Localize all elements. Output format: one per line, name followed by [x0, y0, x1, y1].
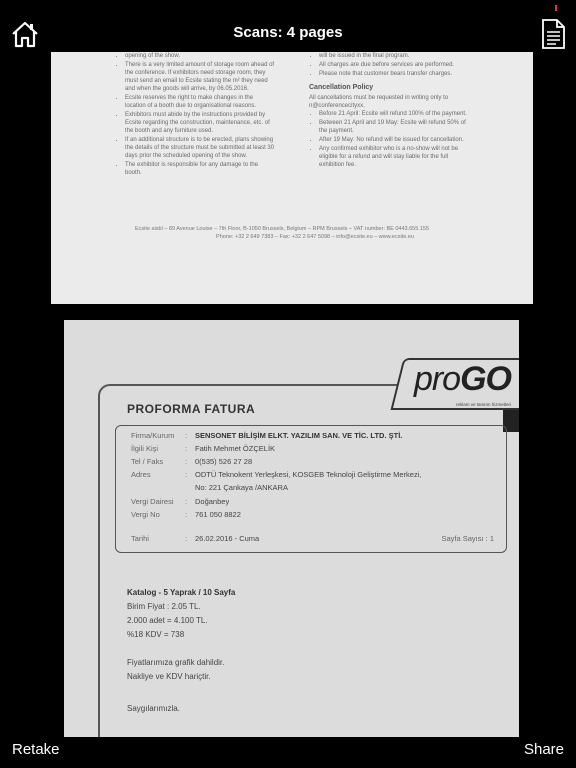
note-shipping: Nakliye ve KDV hariçtir.	[127, 672, 211, 681]
page1-footer: Ecsite aisbl – 89 Avenue Louise – 7th Fl…	[135, 225, 495, 241]
page1-footer-line: Phone: +32 2 649 7383 – Fax: +32 2 647 5…	[216, 234, 414, 240]
invoice-info-box: Firma/Kurum: SENSONET BİLİŞİM ELKT. YAZIL…	[115, 425, 507, 553]
page1-text: Please note that customer bears transfer…	[319, 70, 469, 78]
page1-text: Exhibitors must abide by the instruction…	[125, 111, 275, 135]
page1-text: All cancellations must be requested in w…	[309, 95, 449, 109]
logo-tagline: reklam ve tanıtım hizmetleri	[455, 402, 511, 407]
field-row: No: 221 Çankaya /ANKARA	[195, 483, 288, 492]
closing-line: Saygılarımızla.	[127, 704, 180, 713]
logo-text: proGO	[413, 360, 512, 398]
page1-text: There is a very limited amount of storag…	[125, 61, 275, 93]
page1-text: will be issued in the final program.	[319, 52, 469, 60]
quantity-total: 2.000 adet = 4.100 TL.	[127, 616, 208, 625]
catalog-line: Katalog - 5 Yaprak / 10 Sayfa	[127, 588, 236, 597]
field-row: Tarihi:26.02.2016 - Cuma	[131, 534, 260, 543]
cancellation-heading: Cancellation Policy	[309, 84, 374, 91]
unit-price: Birim Fiyat : 2.05 TL.	[127, 602, 201, 611]
field-row: Tel / Faks:0(535) 526 27 28	[131, 457, 253, 466]
recording-indicator	[555, 5, 557, 11]
page1-text: If an additional structure is to be erec…	[125, 136, 275, 160]
page1-left-column: opening of the show. There is a very lim…	[115, 52, 275, 178]
page1-text: Between 21 April and 19 May: Ecsite will…	[319, 119, 469, 135]
field-row: Vergi Dairesi: Doğanbey	[131, 497, 230, 506]
retake-button[interactable]: Retake	[12, 741, 60, 758]
field-row: Firma/Kurum: SENSONET BİLİŞİM ELKT. YAZIL…	[131, 431, 403, 440]
scanned-page-2[interactable]: proGO reklam ve tanıtım hizmetleri PROFO…	[64, 320, 519, 737]
scanned-page-1[interactable]: opening of the show. There is a very lim…	[51, 52, 533, 304]
field-row: Vergi No:761 050 8822	[131, 510, 241, 519]
page1-text: Before 21 April: Ecsite will refund 100%…	[319, 110, 469, 118]
note-graphic: Fiyatlarımıza grafik dahildir.	[127, 658, 225, 667]
progo-logo: proGO reklam ve tanıtım hizmetleri	[379, 358, 519, 432]
page-title: Scans: 4 pages	[233, 24, 343, 41]
page-count: Sayfa Sayısı : 1	[441, 534, 494, 543]
page1-text: After 19 May: No refund will be issued f…	[319, 136, 469, 144]
page1-footer-line: Ecsite aisbl – 89 Avenue Louise – 7th Fl…	[135, 226, 430, 232]
invoice-title: PROFORMA FATURA	[127, 402, 256, 416]
tax-line: %18 KDV = 738	[127, 630, 185, 639]
page1-text: All charges are due before services are …	[319, 61, 469, 69]
share-button[interactable]: Share	[524, 741, 564, 758]
field-row: Adres: ODTÜ Teknokent Yerleşkesi, KOSGEB …	[131, 470, 422, 479]
page1-text: opening of the show.	[125, 52, 275, 60]
page1-text: The exhibitor is responsible for any dam…	[125, 161, 275, 177]
document-icon[interactable]	[540, 19, 566, 49]
field-row: İlgili Kişi: Fatih Mehmet ÖZÇELİK	[131, 444, 276, 453]
top-bar: Scans: 4 pages	[0, 0, 576, 54]
page1-text: Ecsite reserves the right to make change…	[125, 94, 275, 110]
page1-right-column: will be issued in the final program. All…	[309, 52, 469, 170]
page1-text: Any confirmed exhibitor who is a no-show…	[319, 145, 469, 169]
